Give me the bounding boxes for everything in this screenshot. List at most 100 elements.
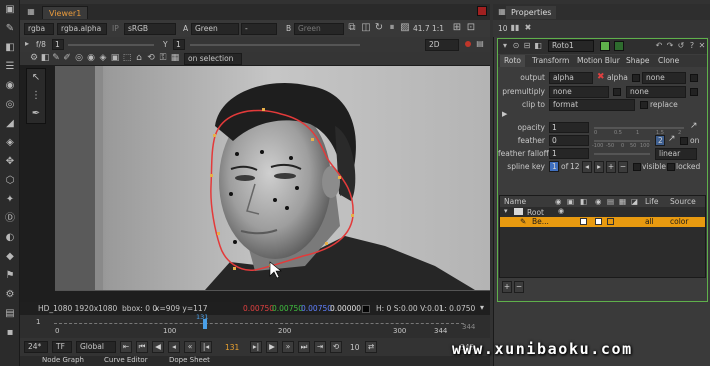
- show-curves-icon[interactable]: ◉: [86, 51, 96, 65]
- 3d-icon[interactable]: ⬡: [0, 171, 20, 190]
- draw-icon[interactable]: ◧: [0, 38, 20, 57]
- ocula-icon[interactable]: ▪: [0, 323, 20, 342]
- gain-slider[interactable]: [68, 44, 154, 46]
- collapse-panel-icon[interactable]: ▾: [500, 39, 510, 53]
- paint-icon[interactable]: ✎: [0, 19, 20, 38]
- shape-color-swatch[interactable]: [580, 218, 587, 225]
- current-frame-field[interactable]: 131: [225, 343, 239, 352]
- timeline[interactable]: 131 1 0 100 200 300 344 344: [20, 313, 490, 338]
- view-mode-select[interactable]: 2D: [425, 39, 459, 51]
- output-extra-checkbox[interactable]: [690, 74, 698, 82]
- color-icon[interactable]: ◉: [0, 76, 20, 95]
- tab-roto[interactable]: Roto: [500, 55, 525, 67]
- tab-shape[interactable]: Shape: [622, 55, 654, 67]
- colorspace-select[interactable]: sRGB: [124, 23, 176, 35]
- layer-root-row[interactable]: ▾ Root ◉: [500, 207, 705, 217]
- feather-display-icon[interactable]: ◈: [98, 51, 108, 65]
- clear-panels-icon[interactable]: ✖: [522, 21, 534, 35]
- proxy-icon[interactable]: ▨: [399, 21, 411, 35]
- redo-icon[interactable]: ↷: [665, 39, 675, 53]
- locked-checkbox[interactable]: [667, 163, 675, 171]
- loop-button[interactable]: ⟲: [330, 341, 342, 353]
- info-menu-icon[interactable]: ▾: [480, 301, 484, 314]
- remove-layer-button[interactable]: −: [514, 281, 524, 293]
- alpha-channel-x-icon[interactable]: ✖: [597, 72, 605, 82]
- furnace-icon[interactable]: ▤: [0, 304, 20, 323]
- center-node-icon[interactable]: ⊙: [511, 39, 521, 53]
- autokey-icon[interactable]: ⌂: [134, 51, 144, 65]
- float-panel-icon[interactable]: ⊟: [522, 39, 532, 53]
- next-increment-button[interactable]: »: [282, 341, 294, 353]
- fps-select[interactable]: 24*: [24, 341, 48, 353]
- undo-icon[interactable]: ↶: [654, 39, 664, 53]
- add-key-button[interactable]: +: [606, 161, 616, 173]
- pen-settings-icon[interactable]: ✎: [51, 51, 61, 65]
- tab-clone[interactable]: Clone: [654, 55, 683, 67]
- layer-toggle-icon[interactable]: ◧: [40, 51, 50, 65]
- visible-checkbox[interactable]: [633, 163, 641, 171]
- blend-column-icon[interactable]: ◧: [580, 196, 587, 207]
- filter-icon[interactable]: ◎: [0, 95, 20, 114]
- root-visible-icon[interactable]: ◉: [558, 207, 564, 215]
- ab-operation-select[interactable]: -: [241, 23, 277, 35]
- color-column-icon[interactable]: ◉: [595, 196, 602, 207]
- node-color-icon[interactable]: ◧: [533, 39, 543, 53]
- keyer-icon[interactable]: ◢: [0, 114, 20, 133]
- gear-icon[interactable]: ⚙: [28, 51, 40, 65]
- tab-curve-editor[interactable]: Curve Editor: [100, 355, 152, 365]
- fstop-toggle-icon[interactable]: ▸: [22, 38, 32, 50]
- layer-col-source[interactable]: Source: [670, 196, 696, 207]
- a-input-select[interactable]: Green: [191, 23, 239, 35]
- lock-shape-icon[interactable]: ▦: [170, 51, 180, 65]
- lock-properties-icon[interactable]: ▮▮: [509, 21, 521, 35]
- ripple-icon[interactable]: ⟲: [146, 51, 156, 65]
- play-backward-button[interactable]: ◀: [152, 341, 164, 353]
- premultiply-extra-checkbox[interactable]: [690, 88, 698, 96]
- feedback-mode-select[interactable]: on selection: [184, 53, 242, 65]
- record-icon[interactable]: [465, 41, 471, 47]
- merge-icon[interactable]: ◈: [0, 133, 20, 152]
- falloff-mode-select[interactable]: linear: [655, 148, 697, 160]
- viewer-tab[interactable]: Viewer1: [42, 6, 89, 19]
- next-frame-button[interactable]: ▸|: [250, 341, 262, 353]
- feather-field[interactable]: 0: [549, 135, 589, 146]
- step-back-button[interactable]: ◂: [168, 341, 180, 353]
- node-name-field[interactable]: Roto1: [548, 40, 594, 52]
- feather-animation-icon[interactable]: ↗: [668, 134, 676, 144]
- toolsets-icon[interactable]: ⚑: [0, 266, 20, 285]
- layer-col-name[interactable]: Name: [504, 196, 526, 207]
- premultiply-extra-select[interactable]: none: [626, 86, 686, 98]
- layer-select[interactable]: rgba.alpha: [57, 23, 107, 35]
- motion-blur-column-icon[interactable]: ▦: [619, 196, 626, 207]
- opacity-animation-icon[interactable]: ↗: [690, 121, 698, 131]
- tab-motion-blur[interactable]: Motion Blur: [573, 55, 624, 67]
- key-icon[interactable]: ⚿: [158, 51, 168, 65]
- tab-dope-sheet[interactable]: Dope Sheet: [165, 355, 214, 365]
- particles-icon[interactable]: ✦: [0, 190, 20, 209]
- bezier-tool-icon[interactable]: ✒: [27, 105, 45, 123]
- transform-box-icon[interactable]: ⬚: [122, 51, 132, 65]
- increment-field[interactable]: 10: [350, 343, 360, 352]
- zoom-readout[interactable]: 41.7: [413, 24, 430, 33]
- node-tile-color-icon[interactable]: [600, 41, 610, 51]
- show-points-icon[interactable]: ◎: [74, 51, 84, 65]
- tab-node-graph[interactable]: Node Graph: [38, 355, 88, 365]
- next-keyframe-button[interactable]: ⏭: [298, 341, 310, 353]
- range-select[interactable]: Global: [76, 341, 116, 353]
- feather-slider[interactable]: [594, 140, 650, 142]
- deep-icon[interactable]: Ⓓ: [0, 209, 20, 228]
- brush-icon[interactable]: ✐: [62, 51, 72, 65]
- lock-icon[interactable]: ⊡: [465, 21, 477, 35]
- node-gl-color-icon[interactable]: [614, 41, 624, 51]
- prev-keyframe-button[interactable]: ⏮: [136, 341, 148, 353]
- max-panels-field[interactable]: 10: [498, 24, 508, 33]
- lock-column-icon[interactable]: ▣: [567, 196, 574, 207]
- compare-icon[interactable]: ◫: [360, 21, 372, 35]
- eye-column-icon[interactable]: ◉: [555, 196, 562, 207]
- prev-increment-button[interactable]: «: [184, 341, 196, 353]
- tab-transform[interactable]: Transform: [528, 55, 573, 67]
- other-icon[interactable]: ⚙: [0, 285, 20, 304]
- first-frame-button[interactable]: ⇤: [120, 341, 132, 353]
- output-extra-select[interactable]: none: [642, 72, 686, 84]
- ratio-readout[interactable]: 1:1: [432, 24, 444, 33]
